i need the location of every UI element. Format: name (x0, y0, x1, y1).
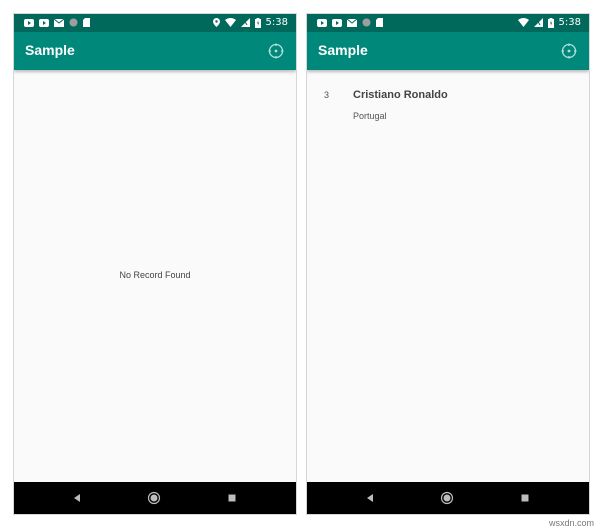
mail-icon (347, 18, 357, 27)
record-list-item[interactable]: 3 Cristiano Ronaldo Portugal (307, 86, 589, 136)
status-time: 5:38 (558, 17, 581, 28)
recent-apps-icon[interactable] (518, 491, 532, 505)
app-title: Sample (318, 42, 368, 58)
home-icon[interactable] (147, 491, 161, 505)
app-title: Sample (25, 42, 75, 58)
navigation-bar (14, 482, 296, 514)
record-id: 3 (324, 90, 330, 100)
sync-icon (362, 18, 371, 27)
signal-icon (533, 18, 543, 27)
home-icon[interactable] (440, 491, 454, 505)
phone-screen-empty: 5:38 Sample No Record Found (13, 13, 297, 515)
mail-icon (54, 18, 64, 27)
back-icon[interactable] (70, 491, 84, 505)
battery-icon (254, 17, 261, 28)
wifi-icon (224, 18, 236, 27)
sd-card-icon (376, 18, 383, 27)
empty-state-message: No Record Found (119, 270, 191, 280)
back-icon[interactable] (363, 491, 377, 505)
watermark: wsxdn.com (548, 518, 594, 528)
signal-icon (240, 18, 250, 27)
youtube-icon (24, 18, 34, 27)
navigation-bar (307, 482, 589, 514)
compass-icon[interactable] (561, 43, 577, 59)
phone-screen-with-record: 5:38 Sample 3 Cristiano Ronaldo Portugal (306, 13, 590, 515)
youtube-icon (317, 18, 327, 27)
status-bar: 5:38 (307, 14, 589, 32)
youtube-icon (39, 18, 49, 27)
status-bar: 5:38 (14, 14, 296, 32)
wifi-icon (517, 18, 529, 27)
record-name: Cristiano Ronaldo (353, 89, 448, 101)
status-time: 5:38 (265, 17, 288, 28)
app-bar: Sample (14, 32, 296, 70)
youtube-icon (332, 18, 342, 27)
battery-icon (547, 17, 554, 28)
recent-apps-icon[interactable] (225, 491, 239, 505)
record-country: Portugal (353, 111, 387, 121)
compass-icon[interactable] (268, 43, 284, 59)
app-bar: Sample (307, 32, 589, 70)
sd-card-icon (83, 18, 90, 27)
location-icon (212, 18, 220, 27)
sync-icon (69, 18, 78, 27)
